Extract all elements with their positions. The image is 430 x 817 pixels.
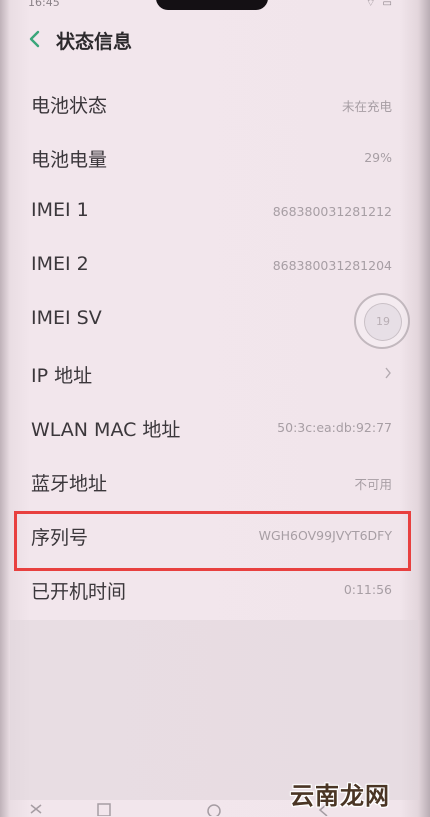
row-battery-status: 电池状态 未在充电 — [0, 78, 430, 132]
row-label: IMEI 2 — [31, 253, 89, 275]
wifi-icon: ⌔ — [365, 0, 378, 9]
row-imei-2: IMEI 2 868380031281204 — [0, 240, 430, 294]
home-icon[interactable] — [96, 802, 112, 816]
assistive-ball[interactable]: 19 — [354, 293, 410, 349]
row-value: 未在充电 — [341, 99, 392, 114]
row-label: WLAN MAC 地址 — [31, 419, 181, 441]
row-label: 已开机时间 — [31, 581, 127, 603]
row-imei-1: IMEI 1 868380031281212 — [0, 186, 430, 240]
back-icon[interactable] — [28, 802, 44, 816]
row-label: 电池电量 — [31, 149, 108, 171]
row-value: 0:11:56 — [343, 582, 392, 597]
row-value: 50:3c:ea:db:92:77 — [277, 420, 392, 435]
row-label: 电池状态 — [31, 95, 108, 117]
serial-number-highlight-box — [14, 511, 411, 571]
camera-notch — [156, 0, 268, 10]
watermark: 云南龙网 — [290, 782, 390, 810]
row-uptime: 已开机时间 0:11:56 — [0, 564, 430, 618]
row-label: IMEI SV — [31, 307, 102, 329]
empty-area — [10, 620, 418, 800]
row-value: 29% — [364, 150, 392, 165]
status-time: 16:45 — [28, 0, 60, 9]
battery-icon: ▭ — [382, 0, 394, 9]
row-value: 868380031281212 — [272, 204, 392, 219]
row-value: 不可用 — [354, 477, 392, 492]
row-ip-address[interactable]: IP 地址 — [0, 348, 430, 402]
status-icons: ⌔ ▭ — [366, 0, 394, 10]
row-value: 868380031281204 — [272, 258, 392, 273]
chevron-left-icon[interactable] — [26, 28, 44, 50]
chevron-right-icon — [385, 367, 391, 379]
header: 状态信息 — [0, 20, 430, 60]
screen-frame: 16:45 ⌔ ▭ 状态信息 电池状态 未在充电 电池电量 29% IMEI 1… — [0, 0, 430, 817]
row-battery-level: 电池电量 29% — [0, 132, 430, 186]
row-bluetooth-address: 蓝牙地址 不可用 — [0, 456, 430, 510]
assistive-ball-label: 19 — [364, 303, 402, 341]
row-label: IMEI 1 — [31, 199, 89, 221]
row-label: IP 地址 — [31, 365, 93, 387]
row-wlan-mac: WLAN MAC 地址 50:3c:ea:db:92:77 — [0, 402, 430, 456]
recent-apps-icon[interactable] — [206, 802, 222, 816]
page-title: 状态信息 — [56, 31, 133, 53]
row-label: 蓝牙地址 — [31, 473, 108, 495]
